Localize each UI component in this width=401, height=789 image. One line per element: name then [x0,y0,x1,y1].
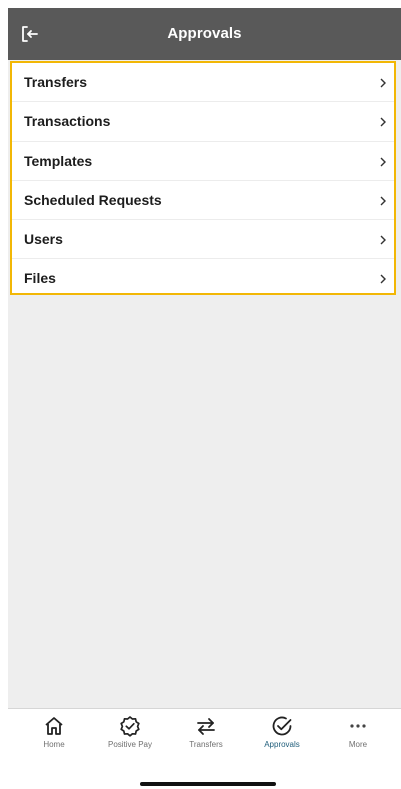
chevron-right-icon [380,274,386,284]
badge-check-icon [120,716,140,737]
approvals-menu: Transfers Transactions Templates Schedul… [10,61,396,295]
menu-item-label: Files [24,270,56,287]
menu-item-label: Users [24,231,63,248]
check-circle-icon [272,716,292,736]
chevron-right-icon [380,117,386,127]
header-bar: Approvals [8,8,401,60]
tab-label: More [348,740,368,749]
tab-more[interactable]: More [323,715,393,755]
tab-label: Home [43,740,65,749]
app-frame: Approvals Transfers Transactions Templat… [8,8,401,789]
home-icon [45,717,63,735]
menu-item-templates[interactable]: Templates [12,142,394,181]
tab-approvals[interactable]: Approvals [247,715,317,755]
menu-item-label: Transfers [24,74,88,90]
page-title: Approvals [167,25,242,42]
bottom-tab-bar: Home Positive Pay Transfers Approvals Mo… [8,708,401,789]
chevron-right-icon [380,196,386,206]
menu-item-transfers[interactable]: Transfers [12,63,394,103]
chevron-right-icon [380,235,386,245]
transfer-arrows-icon [197,718,215,735]
tab-home[interactable]: Home [19,715,89,755]
chevron-right-icon [380,78,386,88]
menu-item-scheduled-requests[interactable]: Scheduled Requests [12,181,394,221]
chevron-right-icon [380,157,386,167]
menu-item-users[interactable]: Users [12,220,394,260]
menu-item-label: Transactions [24,113,111,130]
menu-item-files[interactable]: Files [12,259,394,298]
tab-label: Transfers [189,740,223,749]
menu-item-label: Templates [24,152,93,169]
tab-positive-pay[interactable]: Positive Pay [95,715,165,755]
more-dots-icon [350,724,366,728]
menu-item-label: Scheduled Requests [24,191,162,208]
tab-label: Positive Pay [107,740,153,749]
menu-item-transactions[interactable]: Transactions [12,102,394,142]
home-indicator [140,782,276,786]
tab-transfers[interactable]: Transfers [171,715,241,755]
tab-label: Approvals [264,740,300,749]
